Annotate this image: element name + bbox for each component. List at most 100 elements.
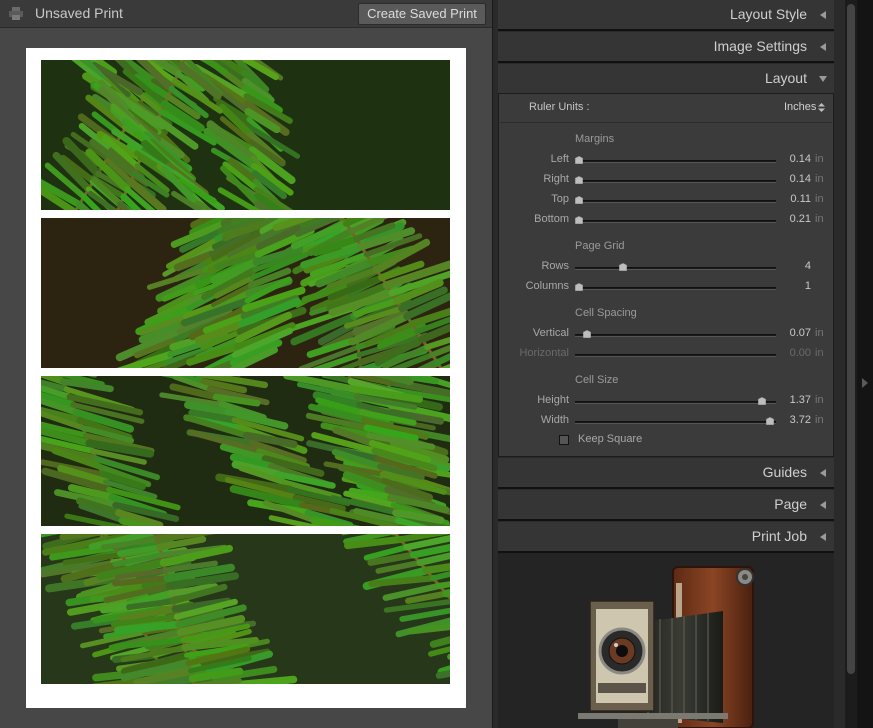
slider-track-vertical[interactable] [575, 334, 776, 337]
slider-thumb[interactable] [575, 176, 583, 184]
create-saved-print-button[interactable]: Create Saved Print [358, 3, 486, 25]
unit-label: in [815, 347, 824, 359]
slider-value[interactable]: 3.72 [769, 414, 811, 426]
divider [498, 487, 834, 489]
slider-label: Left [550, 153, 569, 165]
section-title: Page Grid [575, 240, 625, 252]
slider-label: Right [543, 173, 569, 185]
panel-header-label: Print Job [751, 528, 807, 544]
ruler-units-label: Ruler Units : [529, 101, 590, 113]
image-cell-1[interactable] [41, 60, 450, 210]
triangle-left-icon [820, 533, 826, 541]
slider-value[interactable]: 1.37 [769, 394, 811, 406]
section-title: Cell Spacing [575, 307, 637, 319]
panel-header-label: Image Settings [713, 38, 807, 54]
slider-thumb[interactable] [575, 196, 583, 204]
slider-track-height[interactable] [575, 401, 776, 404]
ruler-units-select[interactable]: Inches [784, 101, 816, 113]
image-cell-4[interactable] [41, 534, 450, 684]
divider [500, 122, 832, 123]
printer-icon [9, 7, 23, 20]
slider-track-left[interactable] [575, 160, 776, 163]
slider-label: Vertical [532, 327, 569, 339]
triangle-left-icon [820, 501, 826, 509]
section-title: Cell Size [575, 374, 619, 386]
slider-track-width[interactable] [575, 421, 776, 424]
slider-value[interactable]: 0.21 [769, 213, 811, 225]
slider-thumb[interactable] [582, 330, 591, 338]
unit-label: in [815, 153, 824, 165]
triangle-right-icon [862, 378, 868, 388]
fern-photo [41, 218, 450, 368]
print-job-header[interactable]: Print Job [498, 522, 834, 552]
guides-header[interactable]: Guides [498, 458, 834, 488]
fern-photo [41, 60, 450, 210]
layout-style-header[interactable]: Layout Style [498, 0, 834, 30]
slider-value[interactable]: 0.14 [769, 173, 811, 185]
print-preview-area: Unsaved Print Create Saved Print [0, 0, 492, 728]
scrollbar-thumb[interactable] [847, 4, 855, 674]
slider-value[interactable]: 0.00 [769, 347, 811, 359]
slider-track-rows[interactable] [575, 267, 776, 270]
print-title: Unsaved Print [35, 5, 123, 21]
panel-header-label: Layout Style [729, 6, 807, 22]
slider-thumb[interactable] [575, 216, 583, 224]
image-settings-header[interactable]: Image Settings [498, 32, 834, 62]
triangle-left-icon [820, 43, 826, 51]
unit-label: in [815, 193, 824, 205]
layout-header[interactable]: Layout [498, 64, 834, 94]
slider-value[interactable]: 0.11 [769, 193, 811, 205]
print-page [26, 48, 466, 708]
camera-photo-area [498, 553, 834, 728]
unit-label: in [815, 327, 824, 339]
slider-track-horizontal[interactable] [575, 354, 776, 357]
vintage-camera-image [578, 566, 754, 728]
slider-thumb[interactable] [758, 397, 767, 405]
divider [498, 519, 834, 521]
slider-label: Width [540, 414, 569, 426]
layout-panel: Ruler Units : Inches Margins Left 0.14 in Ri… [498, 93, 834, 457]
slider-value[interactable]: 0.07 [769, 327, 811, 339]
up-down-arrows-icon [818, 103, 825, 112]
slider-value[interactable]: 0.14 [769, 153, 811, 165]
unit-label: in [815, 394, 824, 406]
divider [498, 29, 834, 31]
triangle-left-icon [820, 469, 826, 477]
fern-photo [41, 534, 450, 684]
slider-label: Columns [525, 280, 569, 292]
triangle-down-icon [819, 76, 827, 82]
unit-label: in [815, 213, 824, 225]
slider-thumb[interactable] [575, 156, 583, 164]
slider-label: Rows [541, 260, 569, 272]
right-edge-toggle[interactable] [857, 0, 873, 728]
slider-label: Bottom [534, 213, 569, 225]
slider-label: Top [551, 193, 569, 205]
image-cell-2[interactable] [41, 218, 450, 368]
divider [498, 61, 834, 63]
print-toolbar: Unsaved Print Create Saved Print [0, 0, 492, 28]
slider-track-right[interactable] [575, 180, 776, 183]
slider-label: Height [537, 394, 569, 406]
slider-track-columns[interactable] [575, 287, 776, 290]
slider-value[interactable]: 4 [769, 260, 811, 272]
keep-square-checkbox[interactable] [559, 435, 569, 445]
slider-thumb[interactable] [575, 283, 583, 291]
slider-thumb[interactable] [619, 263, 628, 271]
slider-track-top[interactable] [575, 200, 776, 203]
fern-photo [41, 376, 450, 526]
slider-track-bottom[interactable] [575, 220, 776, 223]
triangle-left-icon [820, 11, 826, 19]
panel-header-label: Guides [762, 464, 807, 480]
panel-scrollbar[interactable] [845, 0, 857, 728]
slider-value[interactable]: 1 [769, 280, 811, 292]
panel-header-label: Layout [764, 70, 807, 86]
right-panel: Layout Style Image Settings Layout Ruler… [492, 0, 845, 728]
unit-label: in [815, 173, 824, 185]
section-title: Margins [575, 133, 615, 145]
image-cell-3[interactable] [41, 376, 450, 526]
page-header[interactable]: Page [498, 490, 834, 520]
keep-square-label: Keep Square [578, 433, 643, 445]
slider-label: Horizontal [519, 347, 569, 359]
unit-label: in [815, 414, 824, 426]
panel-header-label: Page [774, 496, 807, 512]
